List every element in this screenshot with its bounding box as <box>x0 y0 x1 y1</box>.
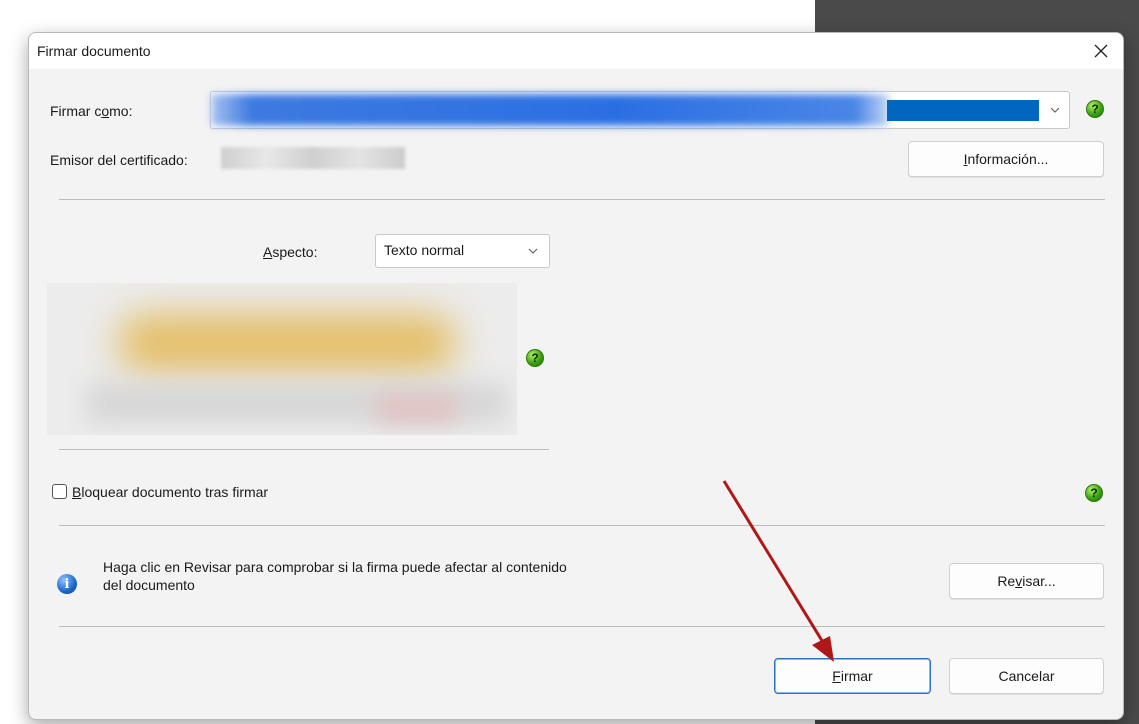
separator <box>59 626 1105 627</box>
help-icon[interactable]: ? <box>1085 484 1103 502</box>
review-button[interactable]: Re v isar... <box>949 563 1104 599</box>
issuer-label: Emisor del certificado: <box>50 152 188 168</box>
appearance-label: Aspecto: <box>263 244 318 260</box>
separator <box>59 199 1105 200</box>
appearance-value: Texto normal <box>384 242 465 258</box>
separator <box>59 525 1105 526</box>
sign-as-label: Firmar como: <box>50 103 133 119</box>
sign-button[interactable]: Firmar <box>774 658 931 694</box>
lock-document-checkbox[interactable] <box>52 484 67 499</box>
appearance-select[interactable]: Texto normal <box>375 234 550 268</box>
redacted-issuer-value <box>221 147 405 169</box>
information-button[interactable]: Información... <box>908 141 1104 177</box>
info-icon: i <box>57 574 77 594</box>
selection-highlight <box>887 100 1039 121</box>
separator <box>59 449 549 450</box>
title-bar: Firmar documento <box>29 33 1123 69</box>
help-icon[interactable]: ? <box>526 349 544 367</box>
cancel-button[interactable]: Cancelar <box>949 658 1104 694</box>
chevron-down-icon <box>528 248 538 254</box>
chevron-down-icon <box>1050 107 1060 113</box>
close-button[interactable] <box>1081 33 1121 69</box>
signature-preview <box>47 283 517 435</box>
sign-document-dialog: Firmar documento Firmar como: ? Emisor d… <box>28 32 1124 720</box>
close-icon <box>1094 44 1108 58</box>
dialog-title: Firmar documento <box>37 43 151 59</box>
lock-document-label[interactable]: Bloquear documento tras firmar <box>72 484 268 500</box>
sign-as-select[interactable] <box>210 91 1070 129</box>
review-info-text: Haga clic en Revisar para comprobar si l… <box>103 559 567 593</box>
help-icon[interactable]: ? <box>1086 100 1104 118</box>
redacted-certificate-name <box>211 94 889 126</box>
